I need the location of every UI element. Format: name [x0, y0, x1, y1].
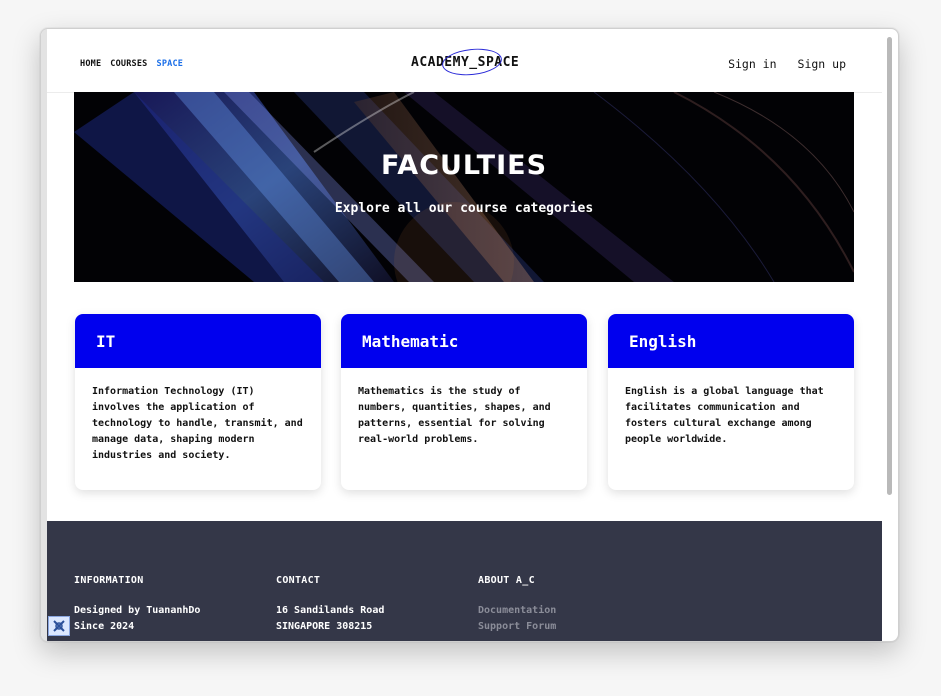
sprocket-icon[interactable]	[48, 616, 70, 636]
footer-information: INFORMATION Designed by TuananhDo Since …	[74, 575, 200, 635]
footer-contact: CONTACT 16 Sandilands Road SINGAPORE 308…	[276, 575, 384, 635]
faculty-card-it[interactable]: IT Information Technology (IT) involves …	[75, 314, 321, 490]
vertical-scrollbar[interactable]	[887, 37, 892, 495]
nav-space-link[interactable]: SPACE	[157, 59, 184, 69]
web-page: HOME COURSES SPACE ACADEMY_SPACE Sign in…	[47, 34, 882, 641]
faculty-card-description: Information Technology (IT) involves the…	[92, 386, 303, 461]
nav-courses-link[interactable]: COURSES	[110, 59, 147, 69]
faculty-card-description: English is a global language that facili…	[625, 386, 824, 445]
faculty-card-english[interactable]: English English is a global language tha…	[608, 314, 854, 490]
faculty-card-title: Mathematic	[341, 314, 587, 368]
footer: INFORMATION Designed by TuananhDo Since …	[47, 521, 882, 641]
site-logo[interactable]: ACADEMY_SPACE	[411, 45, 519, 79]
logo-ellipse-icon	[440, 45, 504, 79]
footer-since: Since 2024	[74, 621, 135, 632]
footer-support-forum-link[interactable]: Support Forum	[478, 619, 556, 635]
navbar: HOME COURSES SPACE ACADEMY_SPACE Sign in…	[47, 34, 882, 93]
browser-window: HOME COURSES SPACE ACADEMY_SPACE Sign in…	[40, 28, 899, 642]
hero-banner: FACULTIES Explore all our course categor…	[74, 92, 854, 282]
nav-links: HOME COURSES SPACE	[80, 59, 183, 69]
auth-links: Sign in Sign up	[728, 57, 846, 71]
sign-in-link[interactable]: Sign in	[728, 57, 776, 71]
faculty-card-title: English	[608, 314, 854, 368]
footer-address-street: 16 Sandilands Road	[276, 605, 385, 616]
hero-background-image	[74, 92, 854, 282]
hero-subtitle: Explore all our course categories	[334, 201, 594, 216]
footer-information-title: INFORMATION	[74, 575, 144, 586]
sign-up-link[interactable]: Sign up	[798, 57, 846, 71]
footer-designer: Designed by TuananhDo	[74, 605, 201, 616]
footer-documentation-link[interactable]: Documentation	[478, 603, 556, 619]
footer-address-city: SINGAPORE 308215	[276, 621, 373, 632]
faculty-card-mathematic[interactable]: Mathematic Mathematics is the study of n…	[341, 314, 587, 490]
hero-title: FACULTIES	[380, 150, 548, 181]
footer-contact-title: CONTACT	[276, 575, 321, 586]
faculty-card-title: IT	[75, 314, 321, 368]
footer-about: ABOUT A_C Documentation Support Forum	[478, 575, 556, 635]
nav-home-link[interactable]: HOME	[80, 59, 101, 69]
footer-about-title: ABOUT A_C	[478, 575, 535, 586]
faculty-card-description: Mathematics is the study of numbers, qua…	[358, 386, 551, 445]
